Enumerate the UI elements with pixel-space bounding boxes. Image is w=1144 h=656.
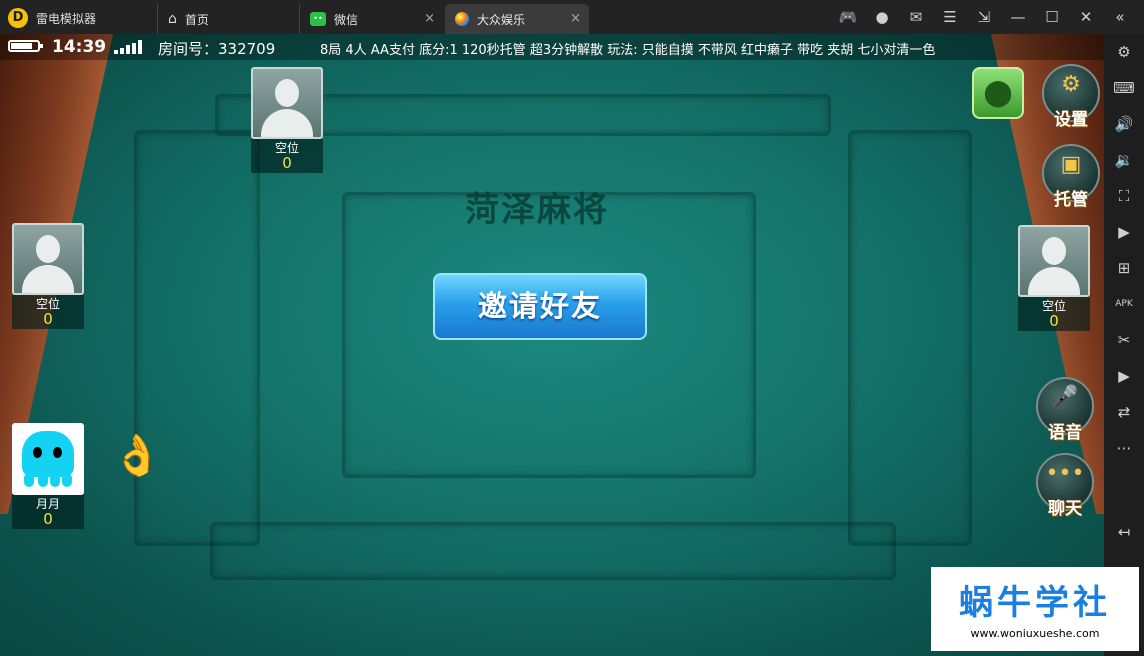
tab-home-label: 首页 [184, 12, 209, 27]
ready-ok-hand-icon: 👌 [112, 433, 162, 479]
seat-nameplate: 空位 0 [1018, 297, 1090, 331]
wechat-icon: •• [310, 12, 326, 26]
shrink-icon[interactable]: ⇲ [972, 6, 996, 28]
account-icon[interactable]: ● [870, 6, 894, 28]
emulator-sidebar: ⚙ ⌨ 🔊 🔉 ⛶ ▶ ⊞ APK ✂ ▶ ⇄ ⋯ ↤ [1104, 34, 1144, 656]
seat-top[interactable]: 空位 0 [251, 67, 323, 173]
home-icon: ⌂ [168, 11, 177, 27]
seat-self[interactable]: 月月 0 [12, 423, 84, 529]
seat-score: 0 [1049, 312, 1059, 330]
back-icon[interactable]: ↤ [1112, 520, 1136, 544]
settings-button[interactable]: ⚙ 设置 [1042, 64, 1100, 130]
seat-score: 0 [43, 510, 53, 528]
seat-score: 0 [282, 154, 292, 172]
seat-score: 0 [43, 310, 53, 328]
video-icon[interactable]: ▶ [1112, 364, 1136, 388]
game-status-bar: 14:39 房间号：332709 8局 4人 AA支付 底分:1 120秒托管 … [0, 34, 1104, 60]
invite-friends-button[interactable]: 邀请好友 [433, 273, 647, 340]
tab-game[interactable]: 大众娱乐 × [445, 4, 589, 34]
collapse-sidebar-icon[interactable]: « [1108, 6, 1132, 28]
location-pin-icon[interactable]: ⬤ [972, 67, 1024, 119]
scissors-icon[interactable]: ✂ [1112, 328, 1136, 352]
watermark-title: 蜗牛学社 [959, 583, 1111, 623]
tab-wechat[interactable]: •• 微信 × [299, 4, 443, 34]
more-icon[interactable]: ⋯ [1112, 436, 1136, 460]
tab-game-label: 大众娱乐 [477, 12, 526, 27]
sync-icon[interactable]: ⇄ [1112, 400, 1136, 424]
empty-avatar-icon [1018, 225, 1090, 297]
game-app-icon [455, 12, 469, 26]
seat-right[interactable]: 空位 0 [1018, 225, 1090, 331]
seat-nameplate: 空位 0 [251, 139, 323, 173]
signal-bar [120, 47, 124, 54]
empty-avatar-icon [12, 223, 84, 295]
table-panel-bottom [210, 522, 896, 580]
volume-up-icon[interactable]: 🔊 [1112, 112, 1136, 136]
gear-icon: ⚙ [1061, 72, 1081, 97]
signal-bar [138, 40, 142, 54]
tab-close-icon[interactable]: × [424, 11, 435, 26]
app-name: 雷电模拟器 [36, 11, 97, 26]
fullscreen-icon[interactable]: ⛶ [1112, 184, 1136, 208]
game-rules: 8局 4人 AA支付 底分:1 120秒托管 超3分钟解散 玩法: 只能自摸 不… [320, 43, 936, 58]
volume-down-icon[interactable]: 🔉 [1112, 148, 1136, 172]
chat-label: 聊天 [1048, 499, 1082, 519]
clock: 14:39 [52, 37, 107, 57]
minimize-icon[interactable]: — [1006, 6, 1030, 28]
close-icon[interactable]: ✕ [1074, 6, 1098, 28]
table-panel-right [848, 130, 972, 546]
robot-icon: ▣ [1060, 152, 1082, 177]
settings-label: 设置 [1054, 110, 1088, 130]
table-panel-left [134, 130, 260, 546]
table-logo: 菏泽麻将 [465, 190, 609, 230]
add-window-icon[interactable]: ⊞ [1112, 256, 1136, 280]
record-icon[interactable]: ▶ [1112, 220, 1136, 244]
signal-bar [126, 45, 130, 54]
signal-bar [132, 42, 136, 54]
signal-bar [114, 50, 118, 54]
voice-label: 语音 [1048, 423, 1082, 443]
watermark-url: www.woniuxueshe.com [970, 627, 1100, 640]
seat-nameplate: 月月 0 [12, 495, 84, 529]
empty-avatar-icon [251, 67, 323, 139]
keyboard-icon[interactable]: ⌨ [1112, 76, 1136, 100]
chat-bubble-icon: ••• [1045, 461, 1085, 486]
battery-icon [8, 40, 43, 52]
auto-play-button[interactable]: ▣ 托管 [1042, 144, 1100, 210]
tab-close-icon[interactable]: × [570, 11, 581, 26]
microphone-icon: 🎤 [1051, 385, 1079, 410]
seat-left[interactable]: 空位 0 [12, 223, 84, 329]
chat-button[interactable]: ••• 聊天 [1036, 453, 1094, 519]
window-titlebar: D 雷电模拟器 ⌂ 首页 •• 微信 × 大众娱乐 × 🎮 ● ✉ ☰ ⇲ — … [0, 0, 1144, 34]
gear-icon[interactable]: ⚙ [1112, 40, 1136, 64]
signal-icon [114, 40, 142, 54]
mail-icon[interactable]: ✉ [904, 6, 928, 28]
app-brand: D 雷电模拟器 [8, 8, 96, 28]
user-avatar-icon [12, 423, 84, 495]
maximize-icon[interactable]: ☐ [1040, 6, 1064, 28]
auto-play-label: 托管 [1054, 190, 1088, 210]
game-screen: 14:39 房间号：332709 8局 4人 AA支付 底分:1 120秒托管 … [0, 34, 1104, 656]
voice-button[interactable]: 🎤 语音 [1036, 377, 1094, 443]
seat-nameplate: 空位 0 [12, 295, 84, 329]
watermark: 蜗牛学社 www.woniuxueshe.com [931, 567, 1139, 651]
tab-home[interactable]: ⌂ 首页 [157, 4, 297, 34]
room-number: 房间号：332709 [158, 40, 276, 58]
menu-icon[interactable]: ☰ [938, 6, 962, 28]
apk-icon[interactable]: APK [1112, 292, 1136, 316]
tab-wechat-label: 微信 [334, 12, 359, 27]
ldplayer-logo-icon: D [8, 8, 28, 28]
gamepad-icon[interactable]: 🎮 [836, 6, 860, 28]
